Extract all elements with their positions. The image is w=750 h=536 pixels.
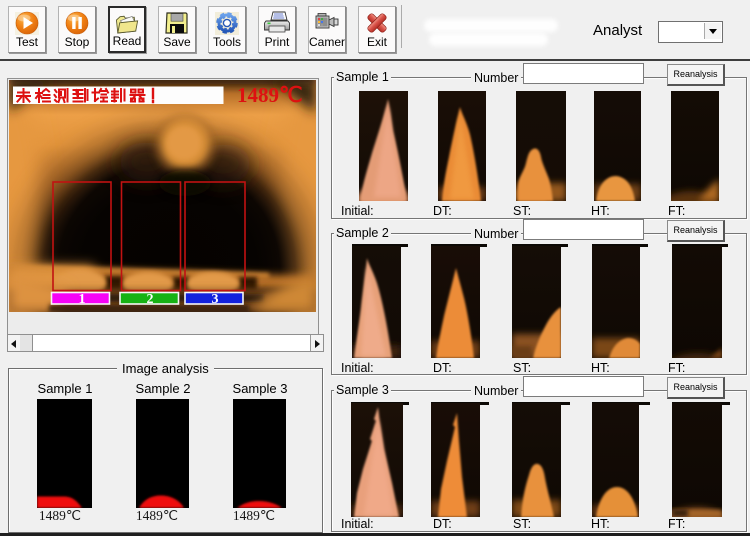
svg-text:1: 1 xyxy=(79,292,86,307)
svg-text:2: 2 xyxy=(147,292,154,307)
svg-text:3: 3 xyxy=(212,292,219,307)
